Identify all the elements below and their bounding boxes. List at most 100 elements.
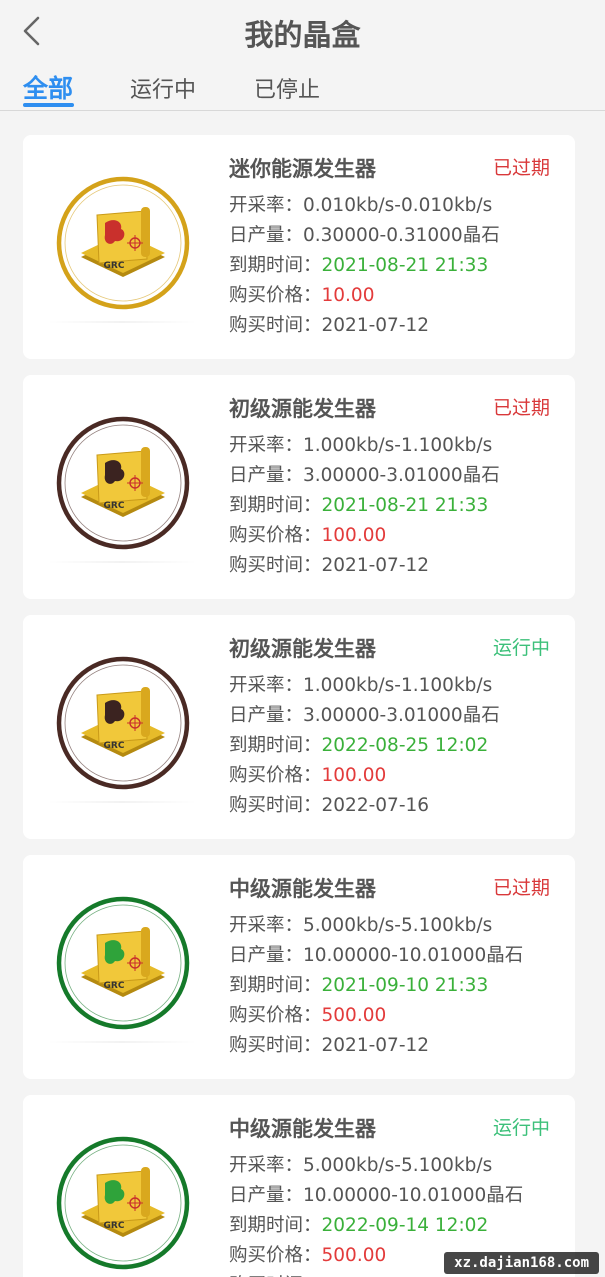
- product-name: 中级源能发生器: [229, 1117, 376, 1141]
- expire-time-label: 到期时间：: [229, 735, 322, 756]
- purchase-price-value: 500.00: [321, 1005, 387, 1026]
- mining-rate-label: 开采率：: [229, 435, 304, 456]
- grc-label: GRC: [104, 741, 125, 751]
- purchase-price-label: 购买价格：: [229, 285, 322, 306]
- expire-time-row: 到期时间：2021-08-21 21:33: [229, 491, 488, 517]
- crystal-box-card[interactable]: GRC 迷你能源发生器 已过期 开采率：0.010kb/s-0.010kb/s 日产量：…: [23, 135, 575, 359]
- active-tab-indicator: [23, 103, 74, 107]
- mining-rate-value: 0.010kb/s-0.010kb/s: [303, 195, 493, 216]
- purchase-price-value: 500.00: [321, 1245, 387, 1266]
- expire-time-row: 到期时间：2022-09-14 12:02: [229, 1211, 488, 1237]
- tab-bar: 全部 运行中 已停止: [0, 62, 605, 111]
- mining-rate-row: 开采率：0.010kb/s-0.010kb/s: [229, 191, 492, 217]
- purchase-price-row: 购买价格：500.00: [229, 1241, 386, 1267]
- mining-rate-value: 5.000kb/s-5.100kb/s: [303, 915, 493, 936]
- expire-time-label: 到期时间：: [229, 1215, 322, 1236]
- mining-rate-value: 5.000kb/s-5.100kb/s: [303, 1155, 493, 1176]
- purchase-time-label: 购买时间：: [229, 315, 322, 336]
- status-badge: 已过期: [492, 877, 550, 899]
- expire-time-row: 到期时间：2021-09-10 21:33: [229, 971, 488, 997]
- purchase-price-row: 购买价格：10.00: [229, 281, 374, 307]
- expire-time-row: 到期时间：2021-08-21 21:33: [229, 251, 488, 277]
- purchase-time-value: 2021-07-12: [321, 1035, 430, 1056]
- daily-output-row: 日产量：3.00000-3.01000晶石: [229, 461, 500, 487]
- crystal-box-card[interactable]: GRC 中级源能发生器 运行中 开采率：5.000kb/s-5.100kb/s 日产量：…: [23, 1095, 575, 1277]
- purchase-time-row: 购买时间：2022-07-16: [229, 791, 429, 817]
- purchase-time-value: 2021-07-12: [321, 315, 430, 336]
- grc-basic-generator-icon: GRC: [53, 653, 193, 793]
- grc-label: GRC: [104, 981, 125, 991]
- product-name: 初级源能发生器: [229, 637, 376, 661]
- daily-output-label: 日产量：: [229, 705, 304, 726]
- expire-time-value: 2022-09-14 12:02: [321, 1215, 489, 1236]
- grc-intermediate-generator-icon: GRC: [53, 1133, 193, 1273]
- grc-mini-generator-icon: GRC: [53, 173, 193, 313]
- thumbnail-shadow: [47, 801, 197, 803]
- daily-output-row: 日产量：0.30000-0.31000晶石: [229, 221, 500, 247]
- tab-running[interactable]: 运行中: [130, 72, 196, 104]
- daily-output-label: 日产量：: [229, 1185, 304, 1206]
- grc-label: GRC: [104, 501, 125, 511]
- mining-rate-row: 开采率：1.000kb/s-1.100kb/s: [229, 431, 492, 457]
- mining-rate-label: 开采率：: [229, 675, 304, 696]
- tab-stopped[interactable]: 已停止: [254, 72, 320, 104]
- grc-basic-generator-icon: GRC: [53, 413, 193, 553]
- purchase-price-label: 购买价格：: [229, 525, 322, 546]
- purchase-time-label: 购买时间：: [229, 795, 322, 816]
- watermark: xz.dajian168.com: [444, 1252, 599, 1274]
- mining-rate-row: 开采率：5.000kb/s-5.100kb/s: [229, 1151, 492, 1177]
- product-name: 迷你能源发生器: [229, 157, 376, 181]
- purchase-price-row: 购买价格：100.00: [229, 521, 386, 547]
- status-badge: 运行中: [492, 637, 550, 659]
- daily-output-row: 日产量：3.00000-3.01000晶石: [229, 701, 500, 727]
- purchase-time-label: 购买时间：: [229, 1035, 322, 1056]
- thumbnail-shadow: [47, 561, 197, 563]
- purchase-time-value: 2021-07-12: [321, 555, 430, 576]
- purchase-price-value: 100.00: [321, 765, 387, 786]
- daily-output-row: 日产量：10.00000-10.01000晶石: [229, 941, 523, 967]
- daily-output-label: 日产量：: [229, 945, 304, 966]
- mining-rate-row: 开采率：5.000kb/s-5.100kb/s: [229, 911, 492, 937]
- header-bar: 我的晶盒: [0, 0, 605, 62]
- purchase-time-row: 购买时间：2021-07-12: [229, 1031, 429, 1057]
- crystal-box-card[interactable]: GRC 中级源能发生器 已过期 开采率：5.000kb/s-5.100kb/s 日产量：…: [23, 855, 575, 1079]
- purchase-time-label: 购买时间：: [229, 555, 322, 576]
- status-badge: 已过期: [492, 157, 550, 179]
- expire-time-label: 到期时间：: [229, 975, 322, 996]
- product-name: 初级源能发生器: [229, 397, 376, 421]
- mining-rate-value: 1.000kb/s-1.100kb/s: [303, 675, 493, 696]
- purchase-price-value: 10.00: [321, 285, 375, 306]
- daily-output-row: 日产量：10.00000-10.01000晶石: [229, 1181, 523, 1207]
- purchase-price-label: 购买价格：: [229, 1245, 322, 1266]
- daily-output-label: 日产量：: [229, 465, 304, 486]
- grc-intermediate-generator-icon: GRC: [53, 893, 193, 1033]
- purchase-price-label: 购买价格：: [229, 1005, 322, 1026]
- crystal-box-card[interactable]: GRC 初级源能发生器 运行中 开采率：1.000kb/s-1.100kb/s 日产量：…: [23, 615, 575, 839]
- expire-time-row: 到期时间：2022-08-25 12:02: [229, 731, 488, 757]
- purchase-price-row: 购买价格：500.00: [229, 1001, 386, 1027]
- purchase-time-row: 购买时间：: [229, 1271, 322, 1277]
- expire-time-value: 2021-09-10 21:33: [321, 975, 489, 996]
- purchase-time-row: 购买时间：2021-07-12: [229, 311, 429, 337]
- expire-time-label: 到期时间：: [229, 255, 322, 276]
- expire-time-value: 2021-08-21 21:33: [321, 255, 489, 276]
- grc-label: GRC: [104, 1221, 125, 1231]
- status-badge: 已过期: [492, 397, 550, 419]
- thumbnail-shadow: [47, 1041, 197, 1043]
- mining-rate-label: 开采率：: [229, 195, 304, 216]
- thumbnail-shadow: [47, 321, 197, 323]
- daily-output-value: 0.30000-0.31000晶石: [303, 225, 500, 246]
- tab-all[interactable]: 全部: [23, 69, 73, 105]
- mining-rate-label: 开采率：: [229, 915, 304, 936]
- expire-time-label: 到期时间：: [229, 495, 322, 516]
- purchase-time-row: 购买时间：2021-07-12: [229, 551, 429, 577]
- crystal-box-card[interactable]: GRC 初级源能发生器 已过期 开采率：1.000kb/s-1.100kb/s 日产量：…: [23, 375, 575, 599]
- purchase-time-value: 2022-07-16: [321, 795, 430, 816]
- expire-time-value: 2021-08-21 21:33: [321, 495, 489, 516]
- grc-label: GRC: [104, 261, 125, 271]
- mining-rate-value: 1.000kb/s-1.100kb/s: [303, 435, 493, 456]
- product-name: 中级源能发生器: [229, 877, 376, 901]
- crystal-box-list: GRC 迷你能源发生器 已过期 开采率：0.010kb/s-0.010kb/s 日产量：…: [0, 110, 605, 1277]
- purchase-price-label: 购买价格：: [229, 765, 322, 786]
- mining-rate-row: 开采率：1.000kb/s-1.100kb/s: [229, 671, 492, 697]
